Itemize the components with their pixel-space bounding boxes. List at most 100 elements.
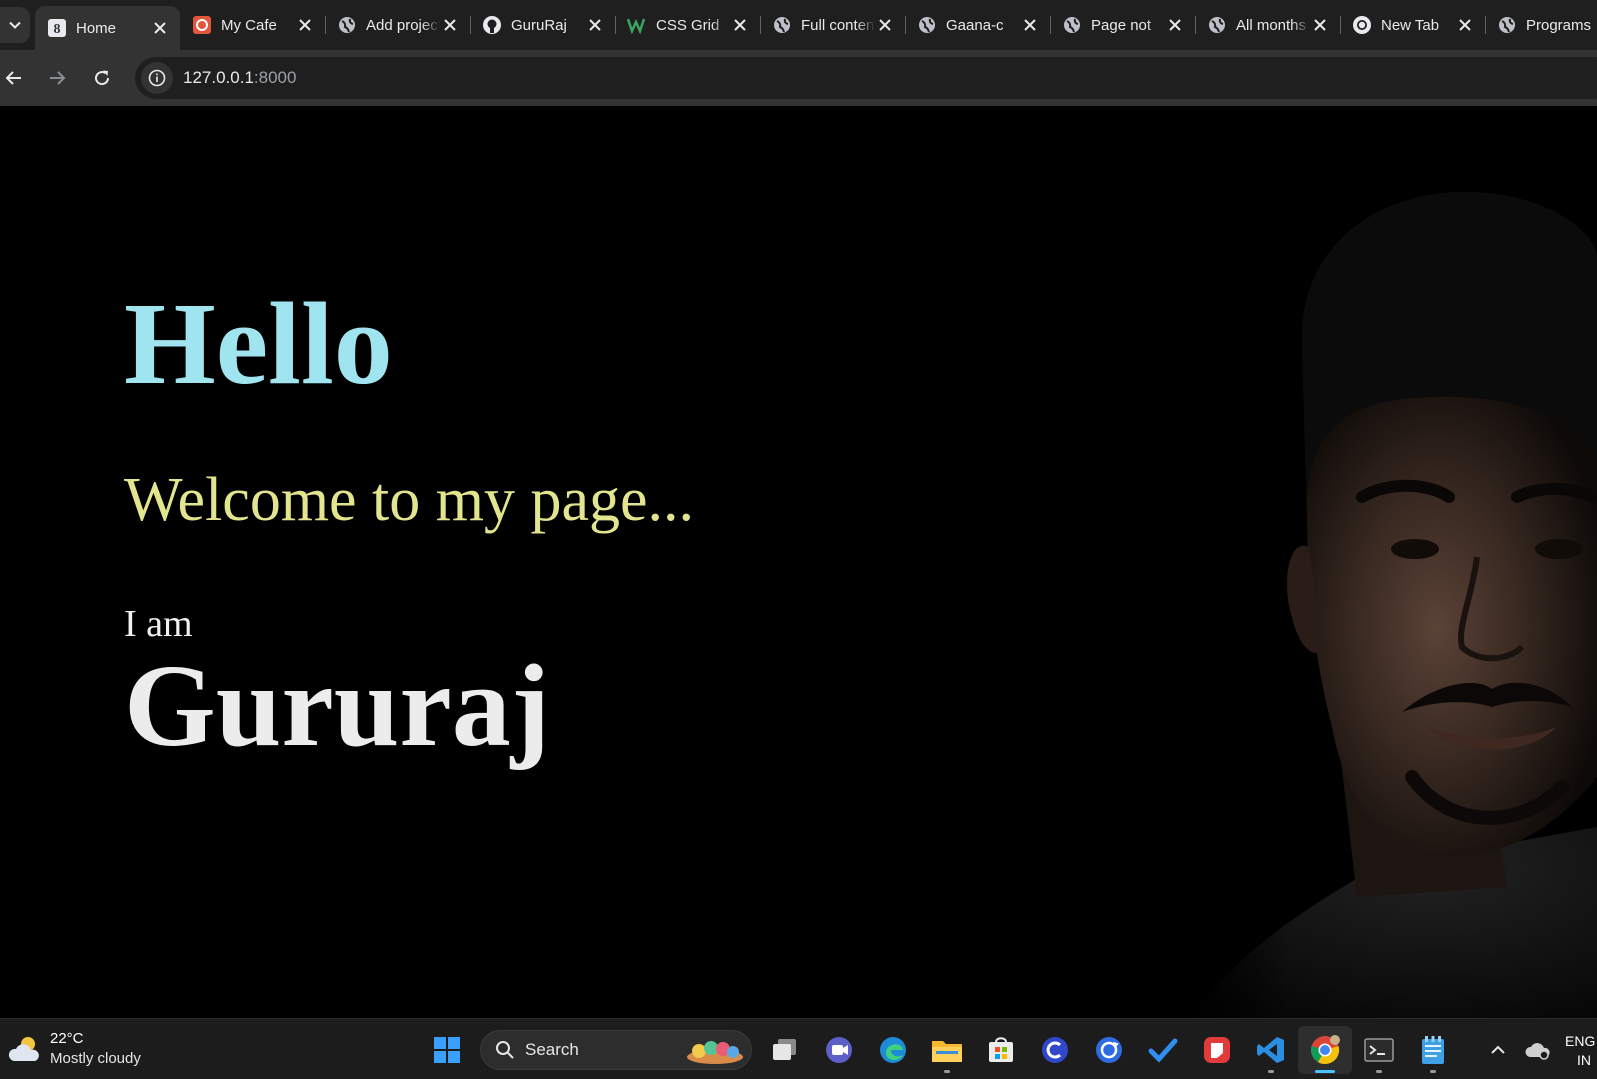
taskbar-apps: Search (420, 1019, 1460, 1079)
weather-widget[interactable]: 22°C Mostly cloudy (8, 1027, 141, 1071)
url-host: 127.0.0.1 (183, 68, 254, 87)
close-icon[interactable] (1455, 15, 1475, 35)
windows-taskbar: 22°C Mostly cloudy Search ENG IN (0, 1018, 1597, 1079)
chrome-button[interactable] (1298, 1025, 1352, 1074)
chrome-icon (1310, 1034, 1340, 1064)
close-icon[interactable] (150, 18, 170, 38)
app-button-sync[interactable] (1082, 1026, 1136, 1074)
tab-add-project[interactable]: Add project (325, 0, 470, 50)
intro-text: I am (124, 603, 193, 645)
search-highlight-icon (687, 1040, 743, 1064)
close-icon[interactable] (585, 15, 605, 35)
tab-page-not-found[interactable]: Page not (1050, 0, 1195, 50)
language-indicator[interactable]: ENG IN (1565, 1032, 1595, 1070)
close-icon[interactable] (440, 15, 460, 35)
tab-new-tab[interactable]: New Tab (1340, 0, 1485, 50)
close-icon[interactable] (1020, 15, 1040, 35)
welcome-text: Welcome to my page... (124, 466, 695, 534)
tab-title: Page not (1091, 16, 1152, 34)
tab-my-cafe[interactable]: My Cafe (180, 0, 325, 50)
edge-button[interactable] (866, 1026, 920, 1074)
search-label: Search (525, 1039, 579, 1059)
tab-github[interactable]: GuruRaj (470, 0, 615, 50)
site-info-button[interactable] (141, 62, 173, 94)
tab-all-months[interactable]: All months (1195, 0, 1340, 50)
app-icon (1204, 1036, 1230, 1063)
region-code: IN (1577, 1052, 1591, 1068)
close-icon[interactable] (1310, 15, 1330, 35)
tab-title: All months (1236, 16, 1307, 34)
task-view-icon (773, 1038, 796, 1060)
back-button[interactable] (0, 62, 30, 94)
globe-icon (1207, 15, 1227, 35)
running-indicator (1376, 1069, 1382, 1073)
tab-title: My Cafe (221, 16, 277, 34)
tab-title: Programs (1526, 16, 1592, 34)
app-button-red[interactable] (1190, 1026, 1244, 1074)
tab-search-button[interactable] (0, 7, 30, 43)
app-icon (1042, 1036, 1068, 1063)
running-indicator (1268, 1069, 1274, 1073)
tab-title: GuruRaj (511, 16, 567, 34)
tab-strip: 8 Home My Cafe Add project GuruRaj CSS G… (0, 0, 1597, 50)
vscode-icon (1257, 1036, 1284, 1063)
close-icon[interactable] (875, 15, 895, 35)
weather-temperature: 22°C (50, 1030, 84, 1047)
todo-icon (1148, 1038, 1178, 1063)
notepad-icon (1422, 1035, 1444, 1064)
show-hidden-icons-button[interactable] (1480, 1026, 1516, 1074)
tab-title: Home (76, 19, 117, 37)
store-button[interactable] (974, 1026, 1028, 1074)
address-bar[interactable]: 127.0.0.1:8000 (135, 57, 1597, 99)
tab-title: Full content (801, 16, 875, 34)
tab-gaana[interactable]: Gaana-c (905, 0, 1050, 50)
browser-toolbar: 127.0.0.1:8000 (0, 50, 1597, 157)
tab-home[interactable]: 8 Home (35, 6, 180, 50)
start-button[interactable] (420, 1026, 474, 1074)
onedrive-button[interactable] (1516, 1026, 1560, 1074)
active-indicator (1315, 1069, 1335, 1073)
chrome-icon (1352, 15, 1372, 35)
search-icon (496, 1040, 514, 1059)
app-icon (1096, 1036, 1122, 1063)
tab-programs[interactable]: Programs (1485, 0, 1597, 50)
close-icon[interactable] (1165, 15, 1185, 35)
store-icon (989, 1036, 1013, 1062)
close-icon[interactable] (730, 15, 750, 35)
tab-css-grid[interactable]: CSS Grid (615, 0, 760, 50)
todo-button[interactable] (1136, 1026, 1190, 1074)
tab-title: Add project (366, 16, 440, 34)
forward-button[interactable] (41, 62, 73, 94)
cafe-app-icon (192, 15, 212, 35)
globe-icon (772, 15, 792, 35)
notepad-button[interactable] (1406, 1026, 1460, 1074)
svg-text:8: 8 (54, 22, 61, 37)
windows-start-icon (434, 1036, 460, 1063)
running-indicator (1430, 1069, 1436, 1073)
reload-button[interactable] (86, 62, 118, 94)
arrow-right-icon (50, 71, 66, 85)
file-explorer-button[interactable] (920, 1026, 974, 1074)
chevron-up-icon (1491, 1045, 1505, 1054)
language-code: ENG (1565, 1033, 1596, 1049)
globe-icon (1497, 15, 1517, 35)
task-view-button[interactable] (758, 1026, 812, 1074)
globe-icon (1062, 15, 1082, 35)
weather-condition: Mostly cloudy (50, 1050, 141, 1067)
page-viewport: Hello Welcome to my page... I am Gururaj (0, 107, 1597, 1018)
system-tray (1480, 1019, 1560, 1079)
tab-list: 8 Home My Cafe Add project GuruRaj CSS G… (35, 0, 1597, 50)
google-g-icon: 8 (47, 18, 67, 38)
terminal-button[interactable] (1352, 1026, 1406, 1074)
teams-button[interactable] (812, 1026, 866, 1074)
name-heading: Gururaj (124, 640, 551, 771)
app-button-blue-c[interactable] (1028, 1026, 1082, 1074)
url-text[interactable]: 127.0.0.1:8000 (183, 68, 296, 88)
tab-full-content[interactable]: Full content (760, 0, 905, 50)
taskbar-search[interactable]: Search (480, 1029, 752, 1070)
close-icon[interactable] (295, 15, 315, 35)
tab-title: Gaana-c (946, 16, 1004, 34)
reload-icon (95, 70, 110, 86)
file-explorer-icon (932, 1040, 962, 1062)
vscode-button[interactable] (1244, 1026, 1298, 1074)
